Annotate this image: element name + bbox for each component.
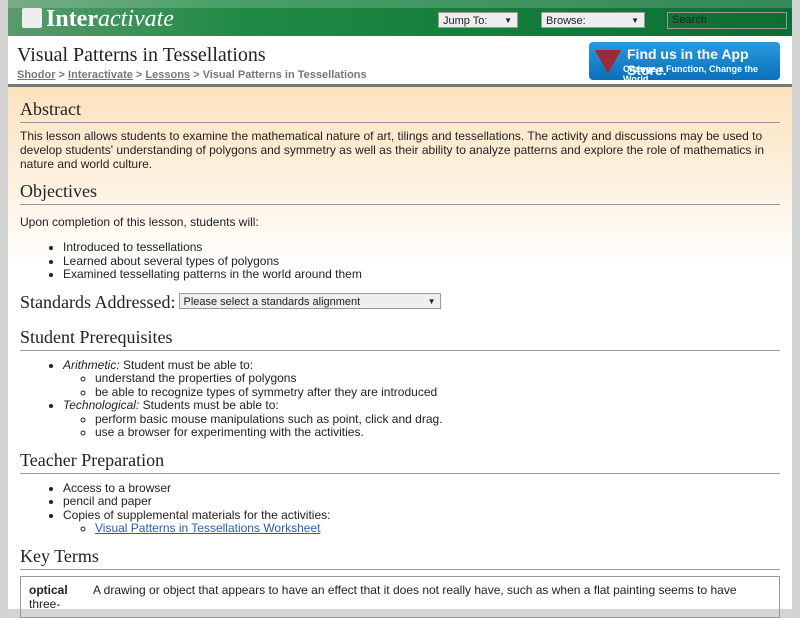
- objectives-heading: Objectives: [20, 181, 780, 205]
- list-item: understand the properties of polygons: [95, 371, 780, 386]
- jump-to-label: Jump To:: [443, 15, 488, 27]
- arithmetic-text: Student must be able to:: [119, 357, 254, 372]
- list-item: Technological: Students must be able to:…: [63, 398, 780, 440]
- chevron-down-icon: ▼: [631, 16, 639, 25]
- arithmetic-label: Arithmetic:: [63, 357, 120, 372]
- list-item: Introduced to tessellations: [63, 240, 780, 255]
- logo-italic: activate: [97, 6, 174, 32]
- standards-heading: Standards Addressed:: [20, 291, 176, 312]
- abstract-heading: Abstract: [20, 99, 780, 123]
- teacher-heading: Teacher Preparation: [20, 450, 780, 474]
- list-item: Examined tessellating patterns in the wo…: [63, 267, 780, 282]
- breadcrumb-shodor[interactable]: Shodor: [17, 69, 56, 81]
- key-terms-table: optical A drawing or object that appears …: [20, 575, 780, 618]
- app-store-banner[interactable]: Find us in the App Store. Change a Functi…: [589, 42, 780, 84]
- breadcrumb-current: Visual Patterns in Tessellations: [202, 69, 367, 81]
- search-input[interactable]: Search: [667, 12, 787, 29]
- list-item: Copies of supplemental materials for the…: [63, 507, 780, 536]
- technological-text: Students must be able to:: [139, 398, 279, 412]
- page: Interactivate Jump To: ▼ Browse: ▼ Search …: [8, 0, 792, 618]
- list-item: Arithmetic: Student must be able to: und…: [63, 357, 780, 400]
- abstract-text: This lesson allows students to examine t…: [20, 129, 765, 171]
- list-item: be able to recognize types of symmetry a…: [95, 385, 780, 400]
- term: optical: [29, 582, 68, 597]
- chevron-down-icon: ▼: [504, 16, 512, 25]
- technological-label: Technological:: [63, 398, 140, 412]
- list-item: use a browser for experimenting with the…: [95, 425, 780, 440]
- app-store-line2: Change a Function, Change the World: [623, 64, 759, 84]
- list-item: Visual Patterns in Tessellations Workshe…: [95, 521, 780, 536]
- key-terms-heading: Key Terms: [20, 546, 780, 570]
- breadcrumb-interactivate[interactable]: Interactivate: [68, 69, 133, 81]
- standards-select[interactable]: Please select a standards alignment ▼: [179, 292, 442, 309]
- page-title: Visual Patterns in Tessellations: [17, 44, 266, 66]
- definition: A drawing or object that appears to have…: [29, 582, 737, 611]
- list-item-text: Copies of supplemental materials for the…: [63, 507, 331, 522]
- page-header: Visual Patterns in Tessellations Shodor …: [8, 36, 792, 87]
- jump-to-select[interactable]: Jump To: ▼: [438, 12, 518, 28]
- logo-bold: Inter: [46, 6, 98, 32]
- list-item: pencil and paper: [63, 494, 780, 509]
- breadcrumb-lessons[interactable]: Lessons: [145, 69, 190, 81]
- list-item: Learned about several types of polygons: [63, 254, 780, 269]
- browse-label: Browse:: [546, 15, 586, 27]
- objectives-intro: Upon completion of this lesson, students…: [20, 215, 259, 229]
- logo-icon: [22, 8, 42, 28]
- list-item: Access to a browser: [63, 481, 780, 496]
- standards-select-value: Please select a standards alignment: [183, 295, 361, 308]
- content: Abstract This lesson allows students to …: [8, 87, 792, 618]
- chevron-down-icon: ▼: [427, 296, 436, 306]
- interactivate-logo[interactable]: Interactivate: [22, 6, 174, 33]
- worksheet-link[interactable]: Visual Patterns in Tessellations Workshe…: [95, 521, 320, 535]
- browse-select[interactable]: Browse: ▼: [541, 12, 645, 28]
- breadcrumb: Shodor > Interactivate > Lessons > Visua…: [17, 69, 367, 81]
- list-item: perform basic mouse manipulations such a…: [95, 412, 780, 427]
- prereq-heading: Student Prerequisites: [20, 327, 780, 351]
- app-logo-icon: [595, 50, 621, 74]
- top-bar: Interactivate Jump To: ▼ Browse: ▼ Search: [8, 0, 792, 36]
